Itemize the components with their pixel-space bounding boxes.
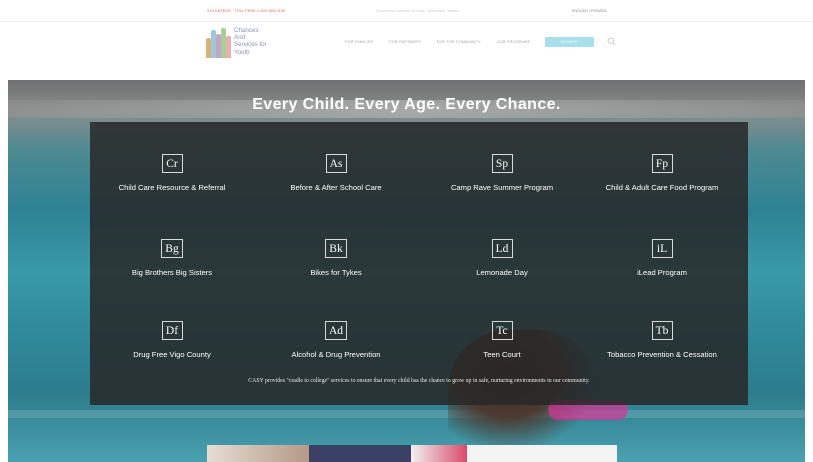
search-icon[interactable] (607, 37, 616, 46)
hero-title: Every Child. Every Age. Every Chance. (252, 96, 561, 113)
site-logo[interactable]: Chances And Services for Youth (206, 27, 267, 58)
donate-button[interactable]: DONATE (545, 37, 594, 47)
service-label: Alcohol & Drug Prevention (291, 350, 381, 359)
service-lemonade-day[interactable]: Ld Lemonade Day (420, 239, 584, 277)
service-label: Lemonade Day (476, 268, 528, 277)
logo-wordmark: Chances And Services for Youth (234, 27, 267, 56)
service-abbr-icon: Bk (325, 239, 347, 258)
services-panel: Cr Child Care Resource & Referral As Bef… (90, 122, 748, 405)
site-header: Chances And Services for Youth FOR FAMIL… (0, 22, 813, 80)
service-teen-court[interactable]: Tc Teen Court (420, 321, 584, 359)
feature-card-photo[interactable] (411, 445, 467, 462)
service-abbr-icon: Bg (161, 239, 183, 258)
service-child-care-referral[interactable]: Cr Child Care Resource & Referral (90, 154, 254, 192)
pool-lane-highlight (8, 410, 805, 418)
feature-card-dark[interactable] (309, 445, 411, 462)
nav-item-programs[interactable]: OUR PROGRAMS (497, 40, 531, 44)
service-label: Bikes for Tykes (310, 268, 362, 277)
service-abbr-icon: Tb (651, 321, 673, 340)
nav-item-families[interactable]: FOR FAMILIES (345, 40, 373, 44)
nav-item-community[interactable]: FOR THE COMMUNITY (437, 40, 481, 44)
services-grid: Cr Child Care Resource & Referral As Bef… (90, 122, 748, 405)
service-label: Child Care Resource & Referral (118, 183, 226, 192)
feature-card-photo[interactable] (207, 445, 309, 462)
service-label: iLead Program (637, 268, 687, 277)
service-label: Tobacco Prevention & Cessation (607, 350, 717, 359)
main-nav: FOR FAMILIES FOR PARTNERS FOR THE COMMUN… (345, 40, 530, 44)
mission-tagline: CASY provides "cradle to college" servic… (248, 378, 590, 384)
service-label: Before & After School Care (290, 183, 382, 192)
logo-figures-icon (206, 27, 231, 58)
service-label: Child & Adult Care Food Program (605, 183, 719, 192)
service-camp-rave[interactable]: Sp Camp Rave Summer Program (420, 154, 584, 192)
service-alcohol-drug-prevention[interactable]: Ad Alcohol & Drug Prevention (254, 321, 418, 359)
service-label: Drug Free Vigo County (133, 350, 211, 359)
utility-address: Chances And Services for Youth · Terre H… (376, 9, 459, 13)
service-abbr-icon: Fp (651, 154, 673, 173)
service-tobacco-prevention[interactable]: Tb Tobacco Prevention & Cessation (580, 321, 744, 359)
language-switcher[interactable]: ENGLISH | ESPAÑOL (572, 9, 607, 13)
service-abbr-icon: Ld (491, 239, 513, 258)
service-drug-free-vigo[interactable]: Df Drug Free Vigo County (90, 321, 254, 359)
service-before-after-school[interactable]: As Before & After School Care (254, 154, 418, 192)
service-label: Teen Court (483, 350, 521, 359)
utility-contact-link[interactable]: VOLUNTEER · TOLL FREE 1-800-555-0199 (207, 9, 285, 13)
service-abbr-icon: Sp (491, 154, 513, 173)
service-abbr-icon: Df (161, 321, 183, 340)
service-abbr-icon: iL (651, 239, 673, 258)
service-abbr-icon: Ad (324, 321, 348, 340)
service-label: Big Brothers Big Sisters (131, 268, 213, 277)
nav-item-partners[interactable]: FOR PARTNERS (389, 40, 420, 44)
service-abbr-icon: As (325, 154, 347, 173)
service-label: Camp Rave Summer Program (450, 183, 554, 192)
service-food-program[interactable]: Fp Child & Adult Care Food Program (580, 154, 744, 192)
service-big-brothers-big-sisters[interactable]: Bg Big Brothers Big Sisters (90, 239, 254, 277)
service-abbr-icon: Cr (161, 154, 183, 173)
service-bikes-for-tykes[interactable]: Bk Bikes for Tykes (254, 239, 418, 277)
service-ilead[interactable]: iL iLead Program (580, 239, 744, 277)
feature-cards (207, 445, 617, 462)
utility-bar: VOLUNTEER · TOLL FREE 1-800-555-0199 Cha… (0, 0, 813, 22)
feature-card-light[interactable] (467, 445, 617, 462)
service-abbr-icon: Tc (491, 321, 513, 340)
